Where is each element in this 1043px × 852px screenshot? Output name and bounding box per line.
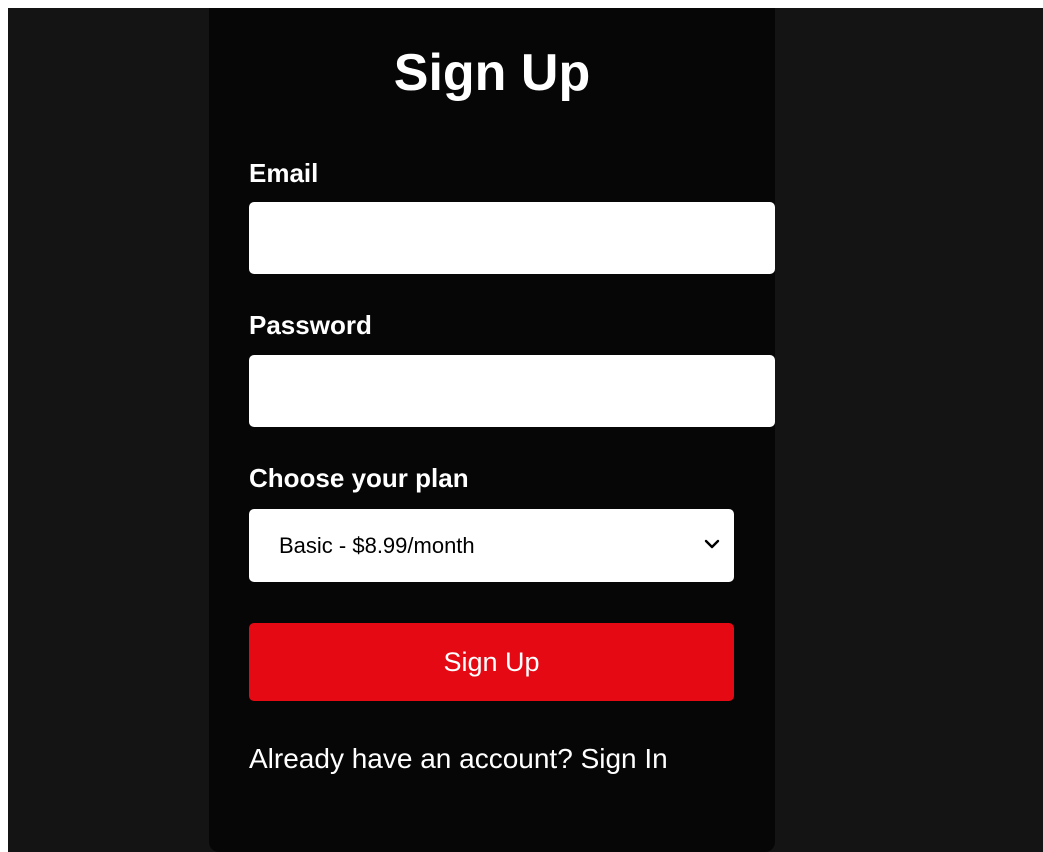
password-label: Password	[249, 310, 372, 340]
page-title: Sign Up	[393, 44, 591, 102]
plan-label: Choose your plan	[249, 463, 469, 493]
signin-prompt: Already have an account? Sign In	[249, 741, 668, 777]
signin-prompt-text: Already have an account?	[249, 743, 581, 774]
signin-link[interactable]: Sign In	[581, 743, 668, 774]
email-field[interactable]	[249, 202, 775, 274]
plan-select-value: Basic - $8.99/month	[279, 533, 475, 558]
email-label: Email	[249, 158, 319, 188]
chevron-down-icon	[704, 539, 720, 549]
signup-card	[209, 8, 775, 852]
signup-button[interactable]: Sign Up	[249, 623, 734, 701]
plan-select[interactable]: Basic - $8.99/month	[249, 509, 734, 582]
password-field[interactable]	[249, 355, 775, 427]
